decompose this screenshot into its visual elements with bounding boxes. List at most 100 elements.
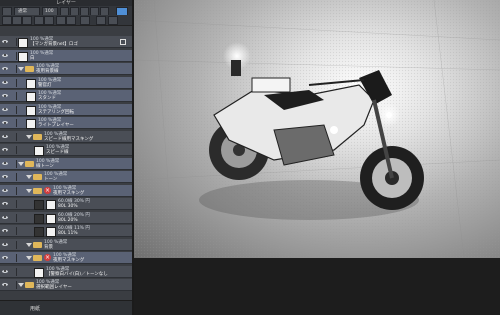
lock-toggle[interactable] (10, 159, 17, 168)
menu-icon[interactable] (108, 16, 118, 25)
layer-row[interactable]: 100 %通常 スピード線用マスキング (0, 130, 132, 143)
layer-row[interactable]: 100 %通常白 (0, 49, 132, 62)
layer-row[interactable]: × 100 %通常 夜用マスキング (0, 252, 132, 264)
layer-name: 線トーン (36, 163, 54, 169)
visibility-eye-icon[interactable] (2, 228, 8, 233)
layer-name: 80L 30% (58, 204, 78, 209)
layer-row[interactable]: 100 %通常 トーン (0, 171, 132, 183)
layer-row[interactable]: 100 %通常 スタンド (0, 90, 132, 102)
layer-row[interactable]: 60.0線 20% 円 80L 20% (0, 211, 132, 224)
visibility-eye-icon[interactable] (2, 120, 8, 125)
layer-name: 80L 11% (58, 231, 78, 236)
motorcycle-illustration (134, 0, 500, 258)
lock-toggle[interactable] (10, 105, 17, 114)
lock-toggle[interactable] (10, 173, 17, 181)
visibility-eye-icon[interactable] (2, 93, 8, 98)
layer-thumbnail (34, 213, 44, 224)
lock-toggle[interactable] (10, 200, 17, 208)
visibility-eye-icon[interactable] (2, 282, 8, 287)
folder-icon (33, 174, 42, 180)
layer-thumbnail (26, 78, 36, 89)
layer-row[interactable]: 100 %通常 スピード線 (0, 144, 132, 156)
expand-chevron-icon[interactable] (26, 134, 32, 139)
visibility-eye-icon[interactable] (2, 107, 8, 112)
blend-mode-label: 通常 (18, 9, 27, 14)
mask-thumbnail (46, 200, 56, 210)
delete-icon[interactable] (96, 16, 106, 25)
ruler-icon[interactable] (80, 16, 90, 25)
lock-toggle[interactable] (10, 186, 17, 195)
workspace-background (134, 258, 500, 315)
lock-toggle[interactable] (10, 267, 17, 276)
lock-toggle[interactable] (10, 65, 17, 73)
visibility-eye-icon[interactable] (2, 147, 8, 152)
lock-toggle[interactable] (10, 92, 17, 100)
expand-chevron-icon[interactable] (26, 256, 32, 260)
visibility-eye-icon[interactable] (2, 80, 8, 85)
lock-toggle[interactable] (10, 254, 17, 262)
layer-row[interactable]: 100 %通常 【マンガ背景net】ロゴ (0, 36, 132, 48)
visibility-eye-icon[interactable] (2, 201, 8, 206)
folder-icon (33, 133, 42, 140)
new-raster-icon[interactable] (2, 16, 12, 25)
visibility-eye-icon[interactable] (2, 66, 8, 71)
lock-toggle[interactable] (10, 132, 17, 141)
lock-toggle[interactable] (10, 240, 17, 249)
new-folder-icon[interactable] (22, 16, 32, 25)
layer-row[interactable]: 100 %通常 【警察白バイ(白)／トーンなし (0, 265, 132, 278)
folder-icon (25, 282, 34, 288)
layer-row[interactable]: 60.0線 11% 円 80L 11% (0, 225, 132, 237)
lock-toggle[interactable] (10, 281, 17, 289)
expand-chevron-icon[interactable] (18, 161, 24, 166)
mask-disabled-icon: × (44, 254, 51, 261)
visibility-eye-icon[interactable] (2, 174, 8, 179)
lock-toggle[interactable] (10, 51, 17, 60)
visibility-eye-icon[interactable] (2, 39, 8, 44)
visibility-eye-icon[interactable] (2, 188, 8, 193)
layer-thumbnail (18, 38, 28, 48)
paper-label: 用紙 (30, 306, 41, 312)
expand-chevron-icon[interactable] (26, 175, 32, 179)
lock-toggle[interactable] (10, 38, 17, 46)
expand-chevron-icon[interactable] (18, 67, 24, 71)
apply-mask-icon[interactable] (66, 16, 76, 25)
layer-row[interactable]: 100 %通常 ステアリング回転 (0, 103, 132, 116)
visibility-eye-icon[interactable] (2, 215, 8, 220)
new-vector-icon[interactable] (12, 16, 22, 25)
lock-toggle[interactable] (10, 227, 17, 235)
transfer-icon[interactable] (34, 16, 44, 25)
layer-name: スタンド (38, 96, 56, 101)
mask-icon[interactable] (56, 16, 66, 25)
paper-layer[interactable]: 用紙 (0, 300, 132, 315)
visibility-eye-icon[interactable] (2, 161, 8, 166)
visibility-eye-icon[interactable] (2, 134, 8, 139)
visibility-eye-icon[interactable] (2, 53, 8, 58)
lock-toggle[interactable] (10, 119, 17, 127)
layer-row[interactable]: 100 %通常 ライトプレイヤー (0, 117, 132, 129)
merge-icon[interactable] (44, 16, 54, 25)
layer-row[interactable]: × 100 %通常 夜用マスキング (0, 184, 132, 197)
layer-row[interactable]: 100 %通常 夜用背景線 (0, 63, 132, 75)
layer-row[interactable]: 100 %通常 警官灯 (0, 76, 132, 89)
layer-thumbnail (34, 227, 44, 237)
visibility-eye-icon[interactable] (2, 255, 8, 260)
layer-row[interactable]: 100 %通常 選択範囲レイヤー (0, 279, 132, 291)
layer-row[interactable]: 100 %通常 背景 (0, 238, 132, 251)
layer-thumbnail (34, 200, 44, 210)
layer-thumbnail (26, 119, 36, 129)
lock-toggle[interactable] (10, 146, 17, 154)
expand-chevron-icon[interactable] (26, 242, 32, 247)
canvas[interactable] (134, 0, 500, 258)
layer-lock-icon (120, 39, 126, 45)
layer-name: 夜用マスキング (53, 258, 85, 263)
visibility-eye-icon[interactable] (2, 269, 8, 274)
visibility-eye-icon[interactable] (2, 242, 8, 247)
expand-chevron-icon[interactable] (18, 283, 24, 287)
lock-toggle[interactable] (10, 213, 17, 222)
layer-thumbnail (26, 105, 36, 116)
lock-toggle[interactable] (10, 78, 17, 87)
layer-row[interactable]: 100 %通常 線トーン (0, 157, 132, 170)
expand-chevron-icon[interactable] (26, 188, 32, 193)
layer-row[interactable]: 60.0線 30% 円 80L 30% (0, 198, 132, 210)
layer-thumbnail (18, 51, 28, 62)
